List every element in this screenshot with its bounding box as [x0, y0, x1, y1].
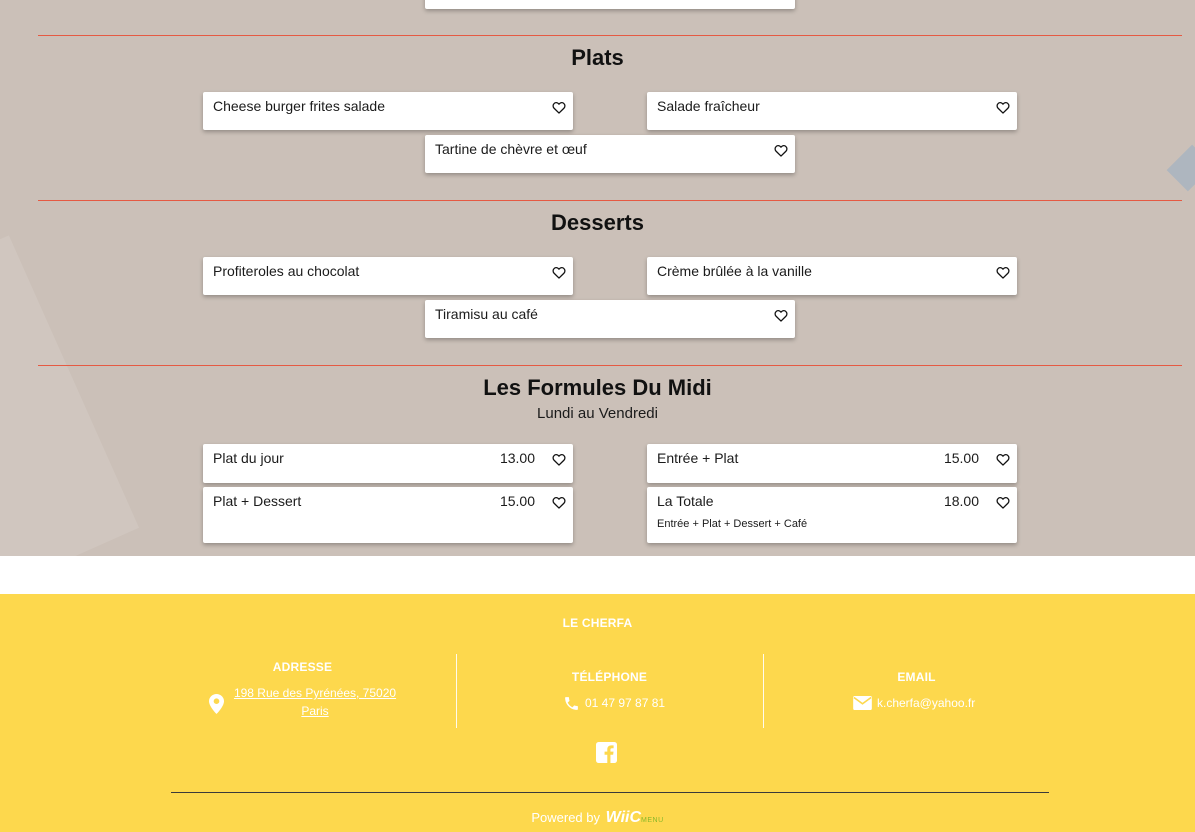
menu-item-name: Cheese burger frites salade: [213, 98, 385, 114]
address-title: ADRESSE: [272, 660, 333, 674]
restaurant-name: LE CHERFA: [562, 616, 633, 630]
formule-price: 15.00: [943, 450, 979, 466]
formule-name: Plat du jour: [213, 450, 284, 466]
column-divider: [763, 654, 764, 728]
phone-icon: [565, 697, 578, 710]
footer-divider: [171, 792, 1049, 793]
section-title-plats: Plats: [571, 45, 624, 70]
menu-item-card[interactable]: Salade fraîcheur: [647, 92, 1017, 130]
brand-logo-sub: MENU: [641, 817, 664, 824]
section-divider: [38, 35, 1182, 36]
heart-icon[interactable]: [996, 453, 1010, 466]
section-divider: [38, 365, 1182, 366]
heart-icon[interactable]: [996, 266, 1010, 279]
heart-icon[interactable]: [552, 496, 566, 509]
powered-by[interactable]: Powered by WiiCMENU: [0, 809, 1195, 827]
address-link[interactable]: 198 Rue des Pyrénées, 75020 Paris: [229, 686, 401, 718]
menu-item-card[interactable]: Cheese burger frites salade: [203, 92, 573, 130]
formule-price: 13.00: [499, 450, 535, 466]
formule-price: 18.00: [943, 493, 979, 509]
formule-description: Entrée + Plat + Dessert + Café: [657, 518, 808, 530]
phone-number[interactable]: 01 47 97 87 81: [585, 696, 665, 710]
section-title-desserts: Desserts: [551, 210, 644, 235]
heart-icon[interactable]: [996, 496, 1010, 509]
location-pin-icon: [209, 694, 224, 714]
menu-item-name: Profiteroles au chocolat: [213, 263, 360, 279]
section-title-formules: Les Formules Du Midi: [483, 375, 712, 400]
menu-item-name: Tartine de chèvre et œuf: [435, 141, 587, 157]
formule-price: 15.00: [499, 493, 535, 509]
menu-item-card[interactable]: [425, 0, 795, 9]
menu-item-card[interactable]: Crème brûlée à la vanille: [647, 257, 1017, 295]
brand-logo-main: WiiC: [605, 809, 642, 826]
heart-icon[interactable]: [774, 309, 788, 322]
formule-card[interactable]: La Totale 18.00 Entrée + Plat + Dessert …: [647, 487, 1017, 543]
heart-icon[interactable]: [552, 266, 566, 279]
phone-title: TÉLÉPHONE: [571, 670, 648, 684]
heart-icon[interactable]: [552, 453, 566, 466]
heart-icon[interactable]: [552, 101, 566, 114]
email-address[interactable]: k.cherfa@yahoo.fr: [877, 696, 975, 710]
address-line-2[interactable]: Paris: [229, 704, 401, 718]
menu-item-card[interactable]: Tiramisu au café: [425, 300, 795, 338]
facebook-icon[interactable]: [596, 742, 617, 763]
address-block: ADRESSE: [150, 660, 455, 674]
powered-by-label: Powered by: [531, 810, 600, 825]
heart-icon[interactable]: [774, 144, 788, 157]
section-subtitle: Lundi au Vendredi: [537, 405, 658, 422]
background-decoration: [1166, 144, 1195, 192]
menu-item-card[interactable]: Tartine de chèvre et œuf: [425, 135, 795, 173]
menu-item-card[interactable]: Profiteroles au chocolat: [203, 257, 573, 295]
formule-card[interactable]: Plat du jour 13.00: [203, 444, 573, 483]
menu-item-name: Tiramisu au café: [435, 306, 538, 322]
footer: LE CHERFA ADRESSE 198 Rue des Pyrénées, …: [0, 594, 1195, 832]
formule-name: Entrée + Plat: [657, 450, 739, 466]
menu-area: Plats Cheese burger frites salade Salade…: [0, 0, 1195, 556]
section-divider: [38, 200, 1182, 201]
menu-item-name: Crème brûlée à la vanille: [657, 263, 812, 279]
envelope-icon: [853, 696, 872, 710]
phone-block: TÉLÉPHONE: [457, 670, 762, 684]
heart-icon[interactable]: [996, 101, 1010, 114]
formule-name: Plat + Dessert: [213, 493, 302, 509]
formule-name: La Totale: [657, 493, 714, 509]
formule-card[interactable]: Entrée + Plat 15.00: [647, 444, 1017, 483]
formule-card[interactable]: Plat + Dessert 15.00: [203, 487, 573, 543]
address-line-1[interactable]: 198 Rue des Pyrénées, 75020: [229, 686, 401, 700]
column-divider: [456, 654, 457, 728]
email-title: EMAIL: [897, 670, 936, 684]
menu-item-name: Salade fraîcheur: [657, 98, 760, 114]
email-block: EMAIL: [764, 670, 1069, 684]
